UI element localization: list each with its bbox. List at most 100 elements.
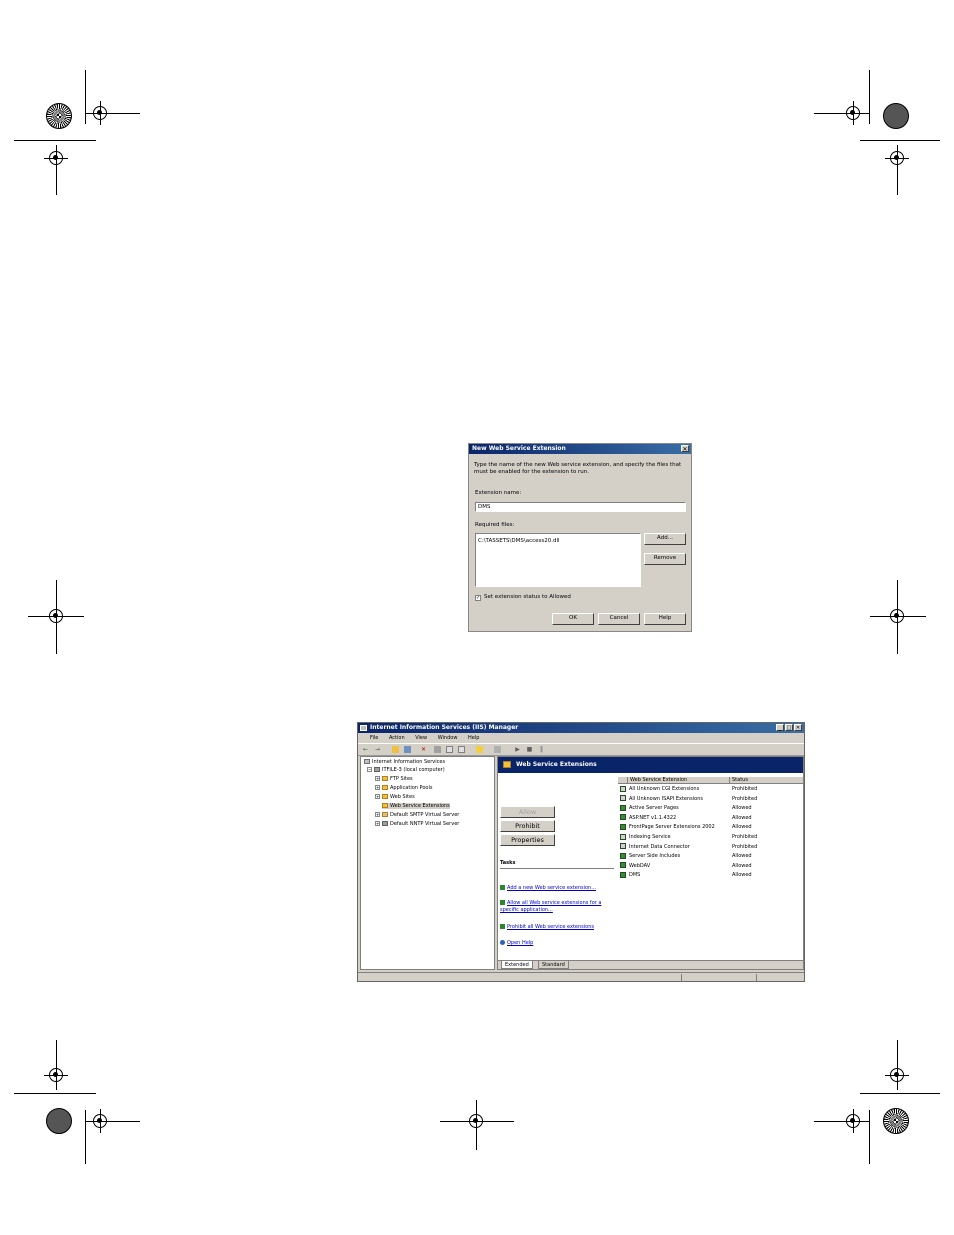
close-icon: ✕ <box>795 725 801 731</box>
stop-icon[interactable]: ■ <box>526 746 533 753</box>
extensions-list: Web Service Extension Status All Unknown… <box>618 777 804 951</box>
prohibit-all-extensions-link[interactable]: Prohibit all Web service extensions <box>500 924 614 931</box>
restore-button[interactable]: □ <box>785 724 793 731</box>
table-row[interactable]: FrontPage Server Extensions 2002 Allowed <box>618 823 804 832</box>
expand-icon[interactable]: + <box>375 785 380 790</box>
allow-button[interactable]: Allow <box>500 806 555 818</box>
extension-status: Prohibited <box>732 843 758 850</box>
column-header-name[interactable]: Web Service Extension <box>628 777 730 784</box>
starburst-mark <box>46 103 72 129</box>
prohibit-button[interactable]: Prohibit <box>500 820 555 832</box>
extension-name-label: Extension name: <box>475 490 522 496</box>
menu-file[interactable]: File <box>370 735 378 741</box>
extension-status: Allowed <box>732 872 752 879</box>
open-help-link[interactable]: Open Help <box>500 940 614 947</box>
table-row[interactable]: Indexing Service Prohibited <box>618 833 804 842</box>
pane-header: Web Service Extensions <box>498 757 803 773</box>
tree-item-iis-root[interactable]: Internet Information Services <box>364 759 445 765</box>
allow-all-extensions-link[interactable]: Allow all Web service extensions for a s… <box>500 900 614 914</box>
export-icon[interactable] <box>458 746 465 753</box>
help-icon <box>500 940 505 945</box>
remove-file-button[interactable]: Remove <box>644 553 686 565</box>
tree-item-smtp-server[interactable]: + Default SMTP Virtual Server <box>375 812 459 818</box>
extension-status: Prohibited <box>732 795 758 802</box>
tree-item-application-pools[interactable]: + Application Pools <box>375 785 432 791</box>
help-button[interactable]: Help <box>644 613 686 625</box>
expand-icon[interactable]: + <box>375 821 380 826</box>
tree-item-ftp-sites[interactable]: + FTP Sites <box>375 776 413 782</box>
table-row[interactable]: Server Side Includes Allowed <box>618 852 804 861</box>
tree-item-web-sites[interactable]: + Web Sites <box>375 794 415 800</box>
table-row[interactable]: All Unknown ISAPI Extensions Prohibited <box>618 795 804 804</box>
table-row[interactable]: Active Server Pages Allowed <box>618 804 804 813</box>
task-icon <box>500 900 505 905</box>
tree-item-web-service-extensions[interactable]: Web Service Extensions <box>382 803 450 809</box>
menu-view[interactable]: View <box>415 735 427 741</box>
extension-status: Allowed <box>732 814 752 821</box>
extension-icon <box>620 843 626 850</box>
registration-disc <box>46 1108 72 1134</box>
pane-title: Web Service Extensions <box>516 761 597 768</box>
extension-icon <box>620 785 626 792</box>
extension-icon <box>620 871 626 878</box>
dialog-close-button[interactable]: ✕ <box>681 445 689 453</box>
expand-icon[interactable]: + <box>375 776 380 781</box>
table-row[interactable]: ASP.NET v1.1.4322 Allowed <box>618 814 804 823</box>
pause-icon[interactable]: ‖ <box>538 746 545 753</box>
menu-window[interactable]: Window <box>438 735 458 741</box>
expand-icon[interactable]: + <box>375 794 380 799</box>
cancel-button[interactable]: Cancel <box>598 613 640 625</box>
column-header-icon[interactable] <box>618 777 628 784</box>
restore-icon: □ <box>786 725 792 731</box>
extension-name-input[interactable]: DMS <box>475 502 686 512</box>
allowed-status-checkbox[interactable]: ✓ <box>475 595 481 601</box>
show-tree-icon[interactable] <box>404 746 411 753</box>
column-header-status[interactable]: Status <box>730 777 804 784</box>
help-icon[interactable] <box>476 746 483 753</box>
ok-button[interactable]: OK <box>552 613 594 625</box>
tasks-label: Tasks <box>500 860 516 866</box>
close-button[interactable]: ✕ <box>794 724 802 731</box>
extension-name: All Unknown ISAPI Extensions <box>629 795 703 802</box>
expand-icon[interactable]: + <box>375 812 380 817</box>
play-icon[interactable]: ▶ <box>514 746 521 753</box>
minimize-button[interactable]: _ <box>776 724 784 731</box>
crosshair-mark <box>841 101 865 125</box>
table-row[interactable]: All Unknown CGI Extensions Prohibited <box>618 785 804 794</box>
up-folder-icon[interactable] <box>392 746 399 753</box>
extension-status: Prohibited <box>732 834 758 840</box>
extension-status: Allowed <box>732 853 752 860</box>
add-extension-link[interactable]: Add a new Web service extension... <box>500 885 614 892</box>
computer-icon[interactable] <box>494 746 501 753</box>
required-files-list[interactable]: C:\TASSETS\DMS\access20.dll <box>475 533 641 587</box>
smtp-icon <box>382 812 388 817</box>
extension-name: DMS <box>629 872 641 879</box>
tree-item-computer[interactable]: − ITFILE-3 (local computer) <box>367 767 445 773</box>
delete-icon[interactable]: ✕ <box>420 746 427 753</box>
properties-icon[interactable] <box>434 746 441 753</box>
tab-standard[interactable]: Standard <box>538 961 569 969</box>
starburst-mark <box>883 1108 909 1134</box>
add-file-button[interactable]: Add... <box>644 533 686 545</box>
extension-icon <box>620 804 626 811</box>
back-icon[interactable]: ← <box>362 746 369 753</box>
refresh-icon[interactable] <box>446 746 453 753</box>
menu-action[interactable]: Action <box>389 735 405 741</box>
forward-icon[interactable]: → <box>374 746 381 753</box>
collapse-icon[interactable]: − <box>367 767 372 772</box>
computer-icon <box>374 767 380 772</box>
properties-button[interactable]: Properties <box>500 834 555 846</box>
crosshair-mark <box>88 1109 112 1133</box>
minimize-icon: _ <box>778 725 782 731</box>
dialog-title-bar: New Web Service Extension ✕ <box>469 444 691 454</box>
view-tabs: Extended Standard <box>498 960 803 969</box>
table-row[interactable]: DMS Allowed <box>618 871 804 880</box>
tree-item-nntp-server[interactable]: + Default NNTP Virtual Server <box>375 821 459 827</box>
tab-extended[interactable]: Extended <box>501 961 533 969</box>
crosshair-mark <box>885 604 909 628</box>
menu-help[interactable]: Help <box>468 735 479 741</box>
crosshair-mark <box>44 146 68 170</box>
list-item[interactable]: C:\TASSETS\DMS\access20.dll <box>478 538 640 545</box>
table-row[interactable]: Internet Data Connector Prohibited <box>618 843 804 852</box>
table-row[interactable]: WebDAV Allowed <box>618 862 804 871</box>
